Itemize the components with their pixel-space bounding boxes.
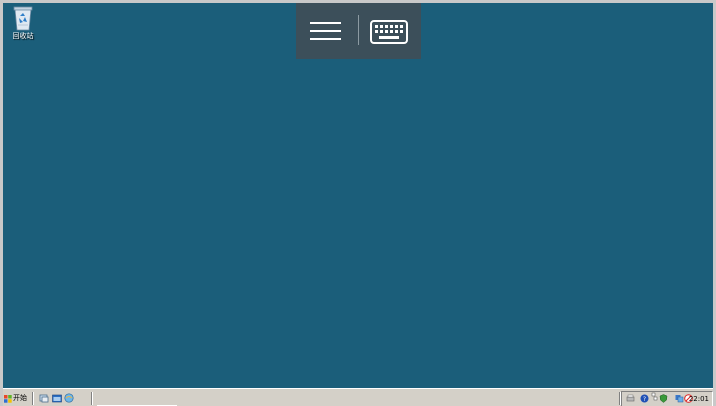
explorer-icon[interactable] <box>52 393 62 403</box>
desktop-icon-recycle-bin[interactable]: 回收站 <box>9 5 37 41</box>
keyboard-icon[interactable] <box>370 20 408 44</box>
help-icon[interactable]: ? <box>640 394 649 403</box>
browser-icon[interactable] <box>64 393 74 403</box>
windows-logo-icon <box>4 394 12 403</box>
printer-icon[interactable] <box>626 394 635 403</box>
svg-text:?: ? <box>643 396 646 403</box>
toolbar-divider <box>358 15 359 45</box>
taskbar-separator <box>91 392 93 405</box>
clock[interactable]: 22:01 <box>689 393 709 405</box>
shield-icon[interactable] <box>659 394 668 403</box>
screen-frame: 回收站 开始 ? 22:01 <box>0 0 716 406</box>
start-button[interactable]: 开始 <box>4 391 30 406</box>
hamburger-menu-icon[interactable] <box>308 19 344 43</box>
show-desktop-icon[interactable] <box>39 393 49 403</box>
system-tray: ? 22:01 <box>621 391 713 406</box>
start-label: 开始 <box>13 394 27 402</box>
desktop[interactable]: 回收站 <box>3 3 713 388</box>
volume-icon[interactable] <box>675 394 684 403</box>
desktop-icon-label: 回收站 <box>12 32 34 40</box>
recycle-bin-icon <box>13 6 33 31</box>
remote-session-toolbar <box>296 3 421 59</box>
taskbar: 开始 ? 22:01 <box>3 388 713 406</box>
taskbar-separator <box>32 392 34 405</box>
